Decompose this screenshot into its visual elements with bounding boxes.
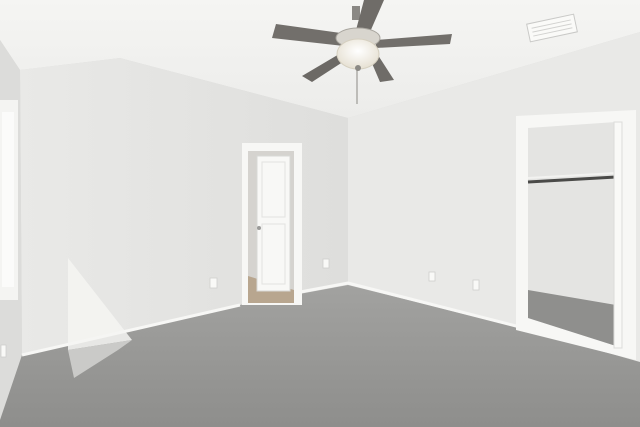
outlet-icon [322,258,330,269]
bedroom-photo [0,0,640,427]
outlet-icon [428,271,436,282]
outlet-icon [0,344,7,358]
window-glass [2,112,14,287]
fan-light-globe [336,38,380,70]
outlet-icon [209,277,218,289]
closet-door-edge [613,121,623,349]
door-knob [257,226,261,230]
outlet-icon [472,279,480,291]
